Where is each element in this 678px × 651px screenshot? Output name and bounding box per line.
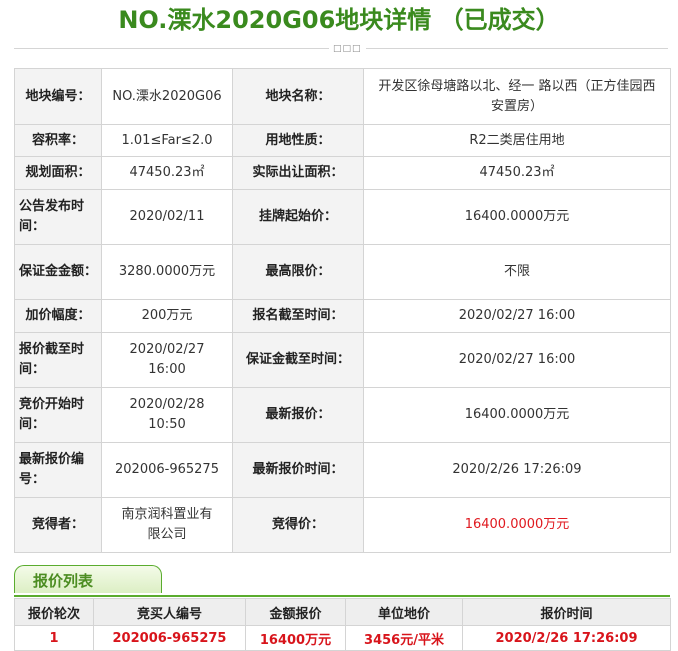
- bidder-no: 202006-965275: [93, 625, 246, 651]
- column-header: 报价轮次: [14, 598, 94, 626]
- divider-dots: □□□: [329, 44, 366, 54]
- table-row: 1 202006-965275 16400万元 3456元/平米 2020/2/…: [14, 625, 671, 651]
- latest-bid-time-value: 2020/2/26 17:26:09: [363, 442, 671, 498]
- start-price-value: 16400.0000万元: [363, 189, 671, 245]
- parcel-info-table: 地块编号： NO.溧水2020G06 地块名称： 开发区徐母塘路以北、经一 路以…: [14, 68, 671, 553]
- quote-deadline-label: 报价截至时间：: [14, 332, 102, 388]
- planned-area-label: 规划面积：: [14, 156, 102, 190]
- table-row: 规划面积： 47450.23㎡ 实际出让面积： 47450.23㎡: [14, 156, 671, 190]
- winning-price-label: 竞得价：: [232, 497, 364, 553]
- increment-value: 200万元: [101, 299, 233, 333]
- column-header: 金额报价: [245, 598, 346, 626]
- parcel-name-value: 开发区徐母塘路以北、经一 路以西（正方佳园西安置房）: [363, 68, 671, 125]
- parcel-no-value: NO.溧水2020G06: [101, 68, 233, 125]
- bid-round: 1: [14, 625, 94, 651]
- quote-deadline-value: 2020/02/27 16:00: [101, 332, 233, 388]
- bidding-start-label: 竞价开始时间：: [14, 387, 102, 443]
- bid-list-tab-bar: 报价列表: [14, 565, 670, 597]
- reg-deadline-label: 报名截至时间：: [232, 299, 364, 333]
- table-row: 公告发布时间： 2020/02/11 挂牌起始价： 16400.0000万元: [14, 189, 671, 245]
- tab-bid-list[interactable]: 报价列表: [14, 565, 162, 593]
- latest-bid-no-value: 202006-965275: [101, 442, 233, 498]
- deposit-value: 3280.0000万元: [101, 244, 233, 300]
- deposit-deadline-value: 2020/02/27 16:00: [363, 332, 671, 388]
- table-row: 加价幅度： 200万元 报名截至时间： 2020/02/27 16:00: [14, 299, 671, 333]
- winning-price-value: 16400.0000万元: [363, 497, 671, 553]
- announce-time-value: 2020/02/11: [101, 189, 233, 245]
- land-use-label: 用地性质：: [232, 124, 364, 157]
- parcel-name-label: 地块名称：: [232, 68, 364, 125]
- far-value: 1.01≤Far≤2.0: [101, 124, 233, 157]
- table-row: 地块编号： NO.溧水2020G06 地块名称： 开发区徐母塘路以北、经一 路以…: [14, 68, 671, 125]
- table-row: 容积率： 1.01≤Far≤2.0 用地性质： R2二类居住用地: [14, 124, 671, 157]
- max-price-value: 不限: [363, 244, 671, 300]
- column-header: 单位地价: [345, 598, 463, 626]
- actual-area-label: 实际出让面积：: [232, 156, 364, 190]
- far-label: 容积率：: [14, 124, 102, 157]
- actual-area-value: 47450.23㎡: [363, 156, 671, 190]
- bidding-start-value: 2020/02/28 10:50: [101, 387, 233, 443]
- increment-label: 加价幅度：: [14, 299, 102, 333]
- bid-list-table: 报价轮次 竞买人编号 金额报价 单位地价 报价时间 1 202006-96527…: [14, 598, 671, 651]
- latest-bid-time-label: 最新报价时间：: [232, 442, 364, 498]
- table-row: 报价截至时间： 2020/02/27 16:00 保证金截至时间： 2020/0…: [14, 332, 671, 388]
- bid-table-header-row: 报价轮次 竞买人编号 金额报价 单位地价 报价时间: [14, 598, 671, 626]
- max-price-label: 最高限价：: [232, 244, 364, 300]
- start-price-label: 挂牌起始价：: [232, 189, 364, 245]
- table-row: 竞价开始时间： 2020/02/28 10:50 最新报价： 16400.000…: [14, 387, 671, 443]
- page-title: NO.溧水2020G06地块详情 （已成交）: [118, 6, 560, 34]
- column-header: 报价时间: [462, 598, 671, 626]
- winner-label: 竞得者：: [14, 497, 102, 553]
- latest-bid-no-label: 最新报价编号：: [14, 442, 102, 498]
- table-row: 保证金金额： 3280.0000万元 最高限价： 不限: [14, 244, 671, 300]
- deposit-label: 保证金金额：: [14, 244, 102, 300]
- reg-deadline-value: 2020/02/27 16:00: [363, 299, 671, 333]
- winner-value: 南京润科置业有限公司: [101, 497, 233, 553]
- announce-time-label: 公告发布时间：: [14, 189, 102, 245]
- planned-area-value: 47450.23㎡: [101, 156, 233, 190]
- unit-price: 3456元/平米: [345, 625, 463, 651]
- land-use-value: R2二类居住用地: [363, 124, 671, 157]
- parcel-no-label: 地块编号：: [14, 68, 102, 125]
- deposit-deadline-label: 保证金截至时间：: [232, 332, 364, 388]
- column-header: 竞买人编号: [93, 598, 246, 626]
- latest-price-label: 最新报价：: [232, 387, 364, 443]
- latest-price-value: 16400.0000万元: [363, 387, 671, 443]
- table-row: 最新报价编号： 202006-965275 最新报价时间： 2020/2/26 …: [14, 442, 671, 498]
- bid-amount: 16400万元: [245, 625, 346, 651]
- bid-time: 2020/2/26 17:26:09: [462, 625, 671, 651]
- table-row: 竞得者： 南京润科置业有限公司 竞得价： 16400.0000万元: [14, 497, 671, 553]
